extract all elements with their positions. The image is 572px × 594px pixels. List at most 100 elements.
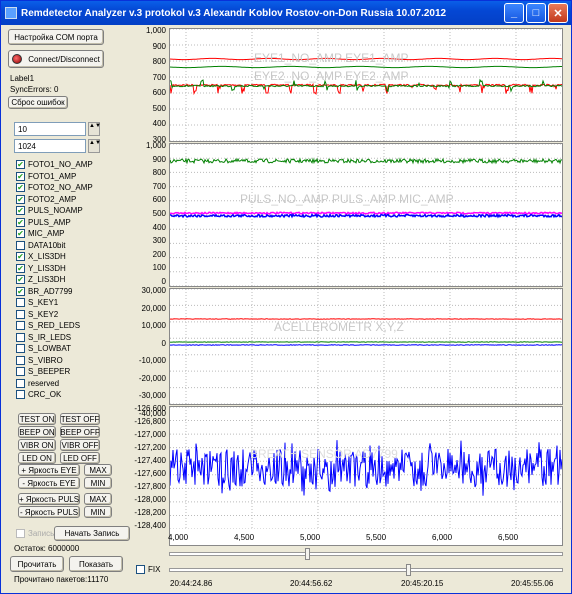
eye-chart-panel: 1,000 900 800 700 600 500 400 300 EYE1_NO_AMP E… bbox=[146, 26, 563, 144]
channel-checkbox-reserved[interactable]: reserved bbox=[16, 378, 59, 389]
eye-tick-6: 400 bbox=[152, 119, 166, 128]
channel-checkbox-z_lis3dh[interactable]: ✔ Z_LIS3DH bbox=[16, 274, 65, 285]
app-window: Remdetector Analyzer v.3 protokol v.3 Al… bbox=[0, 0, 572, 594]
breath-chart-panel: -126,600 -126,800 -127,000 -127,200 -127,400… bbox=[134, 404, 563, 546]
breath-tick-2: -127,000 bbox=[134, 430, 166, 439]
test-on-button[interactable]: TEST ON bbox=[18, 413, 56, 425]
remain-label: Остаток: 6000000 bbox=[14, 544, 80, 553]
beep-off-button[interactable]: BEEP OFF bbox=[60, 426, 100, 438]
channel-checkbox-foto1_amp[interactable]: ✔ FOTO1_AMP bbox=[16, 171, 76, 182]
puls-tick-2: 800 bbox=[152, 168, 166, 178]
start-record-button[interactable]: Начать Запись bbox=[54, 526, 130, 541]
field-10[interactable]: 10 bbox=[14, 122, 86, 136]
channel-checkbox-data10bit[interactable]: DATA10bit bbox=[16, 240, 66, 251]
close-button[interactable]: ✕ bbox=[548, 3, 568, 23]
accel-chart-panel: 30,000 20,000 10,000 0 -10,000 -20,000 -30,000… bbox=[139, 286, 563, 418]
vibr-off-button[interactable]: VIBR OFF bbox=[60, 439, 100, 451]
channel-checkbox-puls_noamp[interactable]: ✔ PULS_NOAMP bbox=[16, 205, 83, 216]
time-label-3: 20:45:20.15 bbox=[401, 579, 444, 588]
eye-tick-5: 500 bbox=[152, 103, 166, 113]
eye-min-button[interactable]: MIN bbox=[84, 477, 112, 489]
read-button[interactable]: Прочитать bbox=[10, 556, 64, 572]
channel-checkbox-x_lis3dh[interactable]: ✔ X_LIS3DH bbox=[16, 251, 66, 262]
fix-checkbox[interactable]: FIX bbox=[136, 564, 160, 575]
channel-checkbox-foto2_no_amp[interactable]: ✔ FOTO2_NO_AMP bbox=[16, 182, 93, 193]
channel-checkbox-mic_amp[interactable]: ✔ MIC_AMP bbox=[16, 228, 64, 239]
eye-max-button[interactable]: MAX bbox=[84, 464, 112, 476]
channel-checkbox-s_vibro[interactable]: S_VIBRO bbox=[16, 355, 63, 366]
breath-tick-8: -128,200 bbox=[134, 508, 166, 517]
puls-tick-0: 1,000 bbox=[145, 141, 166, 150]
puls-tick-6: 400 bbox=[152, 222, 166, 232]
puls-min-button[interactable]: MIN bbox=[84, 506, 112, 518]
channel-checkbox-puls_amp[interactable]: ✔ PULS_AMP bbox=[16, 217, 71, 228]
breath-tick-0: -126,600 bbox=[134, 404, 166, 413]
puls-chart bbox=[170, 144, 562, 286]
sync-errors: SyncErrors: 0 bbox=[10, 85, 59, 94]
channel-checkbox-s_key1[interactable]: S_KEY1 bbox=[16, 297, 58, 308]
channel-checkbox-s_key2[interactable]: S_KEY2 bbox=[16, 309, 58, 320]
eye2-no-amp-series bbox=[170, 65, 562, 69]
eye-tick-0: 1,000 bbox=[145, 26, 166, 35]
eye-brightness-minus-button[interactable]: - Яркость EYE bbox=[18, 477, 80, 489]
spin-2-icon[interactable]: ▲▼ bbox=[88, 139, 101, 153]
channel-checkbox-crc_ok[interactable]: CRC_OK bbox=[16, 389, 61, 400]
window-title: Remdetector Analyzer v.3 protokol v.3 Al… bbox=[21, 7, 447, 19]
scroll-slider-1[interactable] bbox=[169, 552, 563, 556]
eye-chart bbox=[170, 29, 562, 141]
channel-checkbox-s_red_leds[interactable]: S_RED_LEDS bbox=[16, 320, 80, 331]
breath-tick-3: -127,200 bbox=[134, 443, 166, 452]
puls-no-amp-series bbox=[170, 157, 562, 165]
breath-chart bbox=[170, 407, 562, 529]
x-tick-5: 6,500 bbox=[498, 533, 519, 542]
vibr-on-button[interactable]: VIBR ON bbox=[18, 439, 56, 451]
led-off-button[interactable]: LED OFF bbox=[60, 452, 100, 464]
channel-checkbox-s_ir_leds[interactable]: S_IR_LEDS bbox=[16, 332, 71, 343]
accel-caption: ACELLEROMETR X,Y,Z bbox=[274, 320, 404, 334]
puls-tick-8: 200 bbox=[152, 249, 166, 259]
puls-tick-1: 900 bbox=[152, 154, 166, 164]
maximize-button[interactable]: □ bbox=[526, 3, 546, 23]
beep-on-button[interactable]: BEEP ON bbox=[18, 426, 56, 438]
spin-1-icon[interactable]: ▲▼ bbox=[88, 122, 101, 136]
breath-tick-9: -128,400 bbox=[134, 521, 166, 530]
puls-chart-panel: 1,000 900 800 700 600 500 400 300 200 100 0 PULS_N… bbox=[146, 141, 563, 287]
eye-brightness-plus-button[interactable]: + Яркость EYE bbox=[18, 464, 80, 476]
scroll-slider-1-thumb[interactable] bbox=[305, 548, 310, 560]
app-icon bbox=[5, 7, 17, 19]
show-button[interactable]: Показать bbox=[69, 556, 123, 572]
minimize-button[interactable]: _ bbox=[504, 3, 524, 23]
record-checkbox[interactable]: Запись bbox=[16, 528, 54, 539]
breath-tick-4: -127,400 bbox=[134, 456, 166, 465]
puls-brightness-plus-button[interactable]: + Яркость PULS bbox=[18, 493, 80, 505]
scroll-slider-2-thumb[interactable] bbox=[406, 564, 411, 576]
puls-caption: PULS_NO_AMP PULS_AMP MIC_AMP bbox=[240, 192, 454, 206]
mic-amp-series bbox=[170, 211, 562, 215]
channel-checkbox-y_lis3dh[interactable]: ✔ Y_LIS3DH bbox=[16, 263, 66, 274]
puls-max-button[interactable]: MAX bbox=[84, 493, 112, 505]
test-off-button[interactable]: TEST OFF bbox=[60, 413, 100, 425]
eye-tick-4: 600 bbox=[152, 88, 166, 97]
channel-checkbox-foto1_no_amp[interactable]: ✔ FOTO1_NO_AMP bbox=[16, 159, 93, 170]
charts-area: 1,000 900 800 700 600 500 400 300 EYE1_NO_AMP E… bbox=[134, 25, 569, 593]
channel-checkbox-s_beeper[interactable]: S_BEEPER bbox=[16, 366, 70, 377]
accel-z-series bbox=[170, 344, 562, 346]
reset-errors-button[interactable]: Сброс ошибок bbox=[8, 96, 68, 109]
channel-checkbox-foto2_amp[interactable]: ✔ FOTO2_AMP bbox=[16, 194, 76, 205]
time-label-2: 20:44:56.62 bbox=[290, 579, 333, 588]
accel-tick-0: 30,000 bbox=[141, 286, 166, 295]
puls-tick-10: 0 bbox=[161, 277, 166, 286]
eye-caption-1: EYE1_NO_AMP EYE1_AMP bbox=[254, 51, 409, 65]
connect-button[interactable]: Connect/Disconnect bbox=[8, 50, 104, 68]
led-on-button[interactable]: LED ON bbox=[18, 452, 56, 464]
puls-brightness-minus-button[interactable]: - Яркость PULS bbox=[18, 506, 80, 518]
com-settings-button[interactable]: Настройка COM порта bbox=[8, 29, 104, 45]
breath-tick-7: -128,000 bbox=[134, 495, 166, 504]
field-1024[interactable]: 1024 bbox=[14, 139, 86, 153]
channel-checkbox-s_lowbat[interactable]: S_LOWBAT bbox=[16, 343, 71, 354]
scroll-slider-2[interactable] bbox=[169, 568, 563, 572]
eye-tick-2: 800 bbox=[152, 57, 166, 66]
label1: Label1 bbox=[10, 74, 35, 83]
channel-checkbox-br_ad7799[interactable]: ✔ BR_AD7799 bbox=[16, 286, 72, 297]
breath-tick-6: -127,800 bbox=[134, 482, 166, 491]
